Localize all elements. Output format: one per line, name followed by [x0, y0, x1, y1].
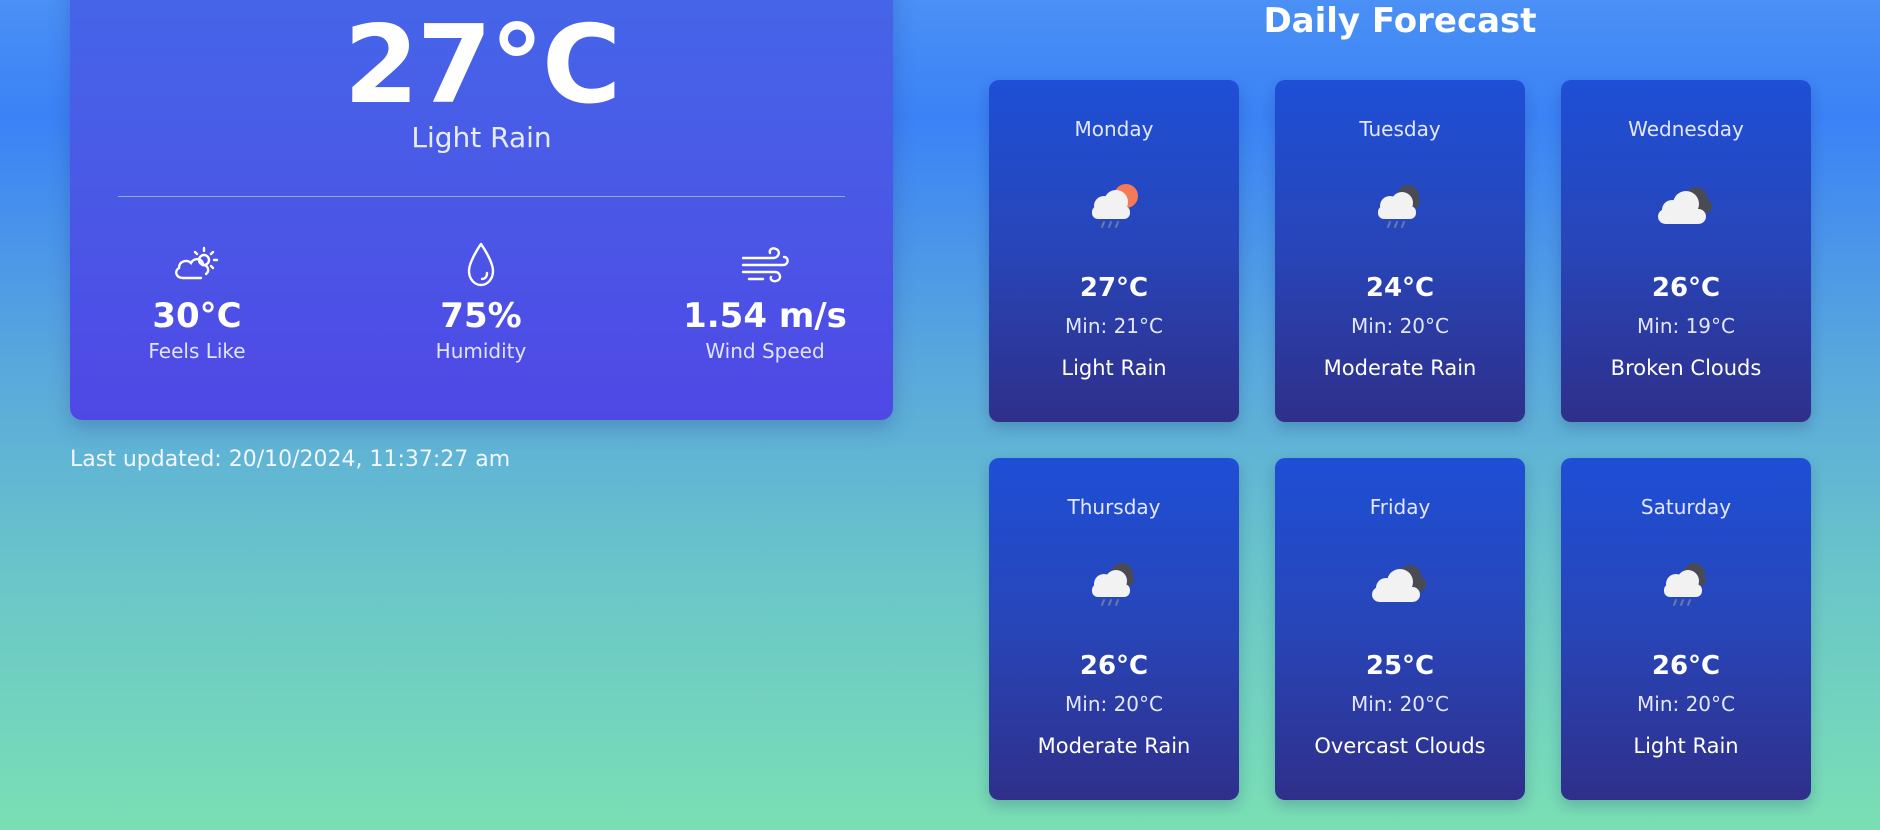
forecast-min-temp: Min: 20°C	[1351, 314, 1449, 338]
current-weather-card: 27°C Light Rain 30°C Feels Like 75% Humi…	[70, 0, 893, 420]
wind-speed-value: 1.54 m/s	[683, 296, 847, 336]
partly-sunny-icon	[175, 246, 219, 280]
forecast-day: Saturday	[1640, 495, 1732, 519]
feels-like-stat: 30°C Feels Like	[70, 242, 324, 363]
forecast-condition: Light Rain	[1061, 356, 1167, 380]
forecast-temp: 26°C	[1651, 273, 1721, 303]
feels-like-value: 30°C	[152, 296, 242, 336]
divider	[118, 196, 845, 197]
forecast-min-temp: Min: 19°C	[1637, 314, 1735, 338]
forecast-card-thursday: Thursday 26°C Min: 20°C Moderate Rain	[989, 458, 1239, 800]
wind-speed-stat: 1.54 m/s Wind Speed	[638, 242, 892, 363]
forecast-day: Thursday	[1067, 495, 1161, 519]
forecast-condition: Moderate Rain	[1037, 734, 1191, 758]
forecast-temp: 27°C	[1079, 273, 1149, 303]
forecast-condition: Moderate Rain	[1323, 356, 1477, 380]
rain-sun-icon	[1092, 184, 1138, 228]
forecast-card-wednesday: Wednesday 26°C Min: 19°C Broken Clouds	[1561, 80, 1811, 422]
humidity-label: Humidity	[435, 338, 527, 363]
current-temperature: 27°C	[343, 3, 622, 128]
forecast-card-tuesday: Tuesday 24°C Min: 20°C Moderate Rain	[1275, 80, 1525, 422]
humidity-stat: 75% Humidity	[354, 242, 608, 363]
forecast-min-temp: Min: 20°C	[1637, 692, 1735, 716]
forecast-card-monday: Monday 27°C Min: 21°C Light Rain	[989, 80, 1239, 422]
forecast-temp: 24°C	[1365, 273, 1435, 303]
forecast-temp: 25°C	[1365, 651, 1435, 681]
wind-icon	[741, 247, 789, 283]
forecast-condition: Light Rain	[1633, 734, 1739, 758]
rain-cloud-icon	[1378, 185, 1420, 228]
forecast-min-temp: Min: 20°C	[1065, 692, 1163, 716]
forecast-card-saturday: Saturday 26°C Min: 20°C Light Rain	[1561, 458, 1811, 800]
forecast-day: Wednesday	[1628, 117, 1744, 141]
forecast-title: Daily Forecast	[1263, 1, 1537, 41]
broken-clouds-icon	[1658, 187, 1712, 224]
forecast-min-temp: Min: 21°C	[1065, 314, 1163, 338]
rain-cloud-icon	[1092, 563, 1134, 606]
forecast-temp: 26°C	[1651, 651, 1721, 681]
forecast-day: Tuesday	[1359, 117, 1441, 141]
rain-cloud-icon	[1664, 563, 1706, 606]
humidity-value: 75%	[440, 296, 522, 336]
last-updated-text: Last updated: 20/10/2024, 11:37:27 am	[70, 447, 511, 472]
forecast-condition: Broken Clouds	[1610, 356, 1762, 380]
current-condition: Light Rain	[411, 121, 552, 154]
feels-like-label: Feels Like	[148, 338, 246, 363]
forecast-condition: Overcast Clouds	[1314, 734, 1486, 758]
droplet-icon	[467, 242, 495, 287]
forecast-day: Monday	[1074, 117, 1154, 141]
forecast-min-temp: Min: 20°C	[1351, 692, 1449, 716]
wind-speed-label: Wind Speed	[705, 338, 825, 363]
forecast-temp: 26°C	[1079, 651, 1149, 681]
overcast-clouds-icon	[1372, 565, 1426, 602]
forecast-day: Friday	[1369, 495, 1431, 519]
forecast-card-friday: Friday 25°C Min: 20°C Overcast Clouds	[1275, 458, 1525, 800]
